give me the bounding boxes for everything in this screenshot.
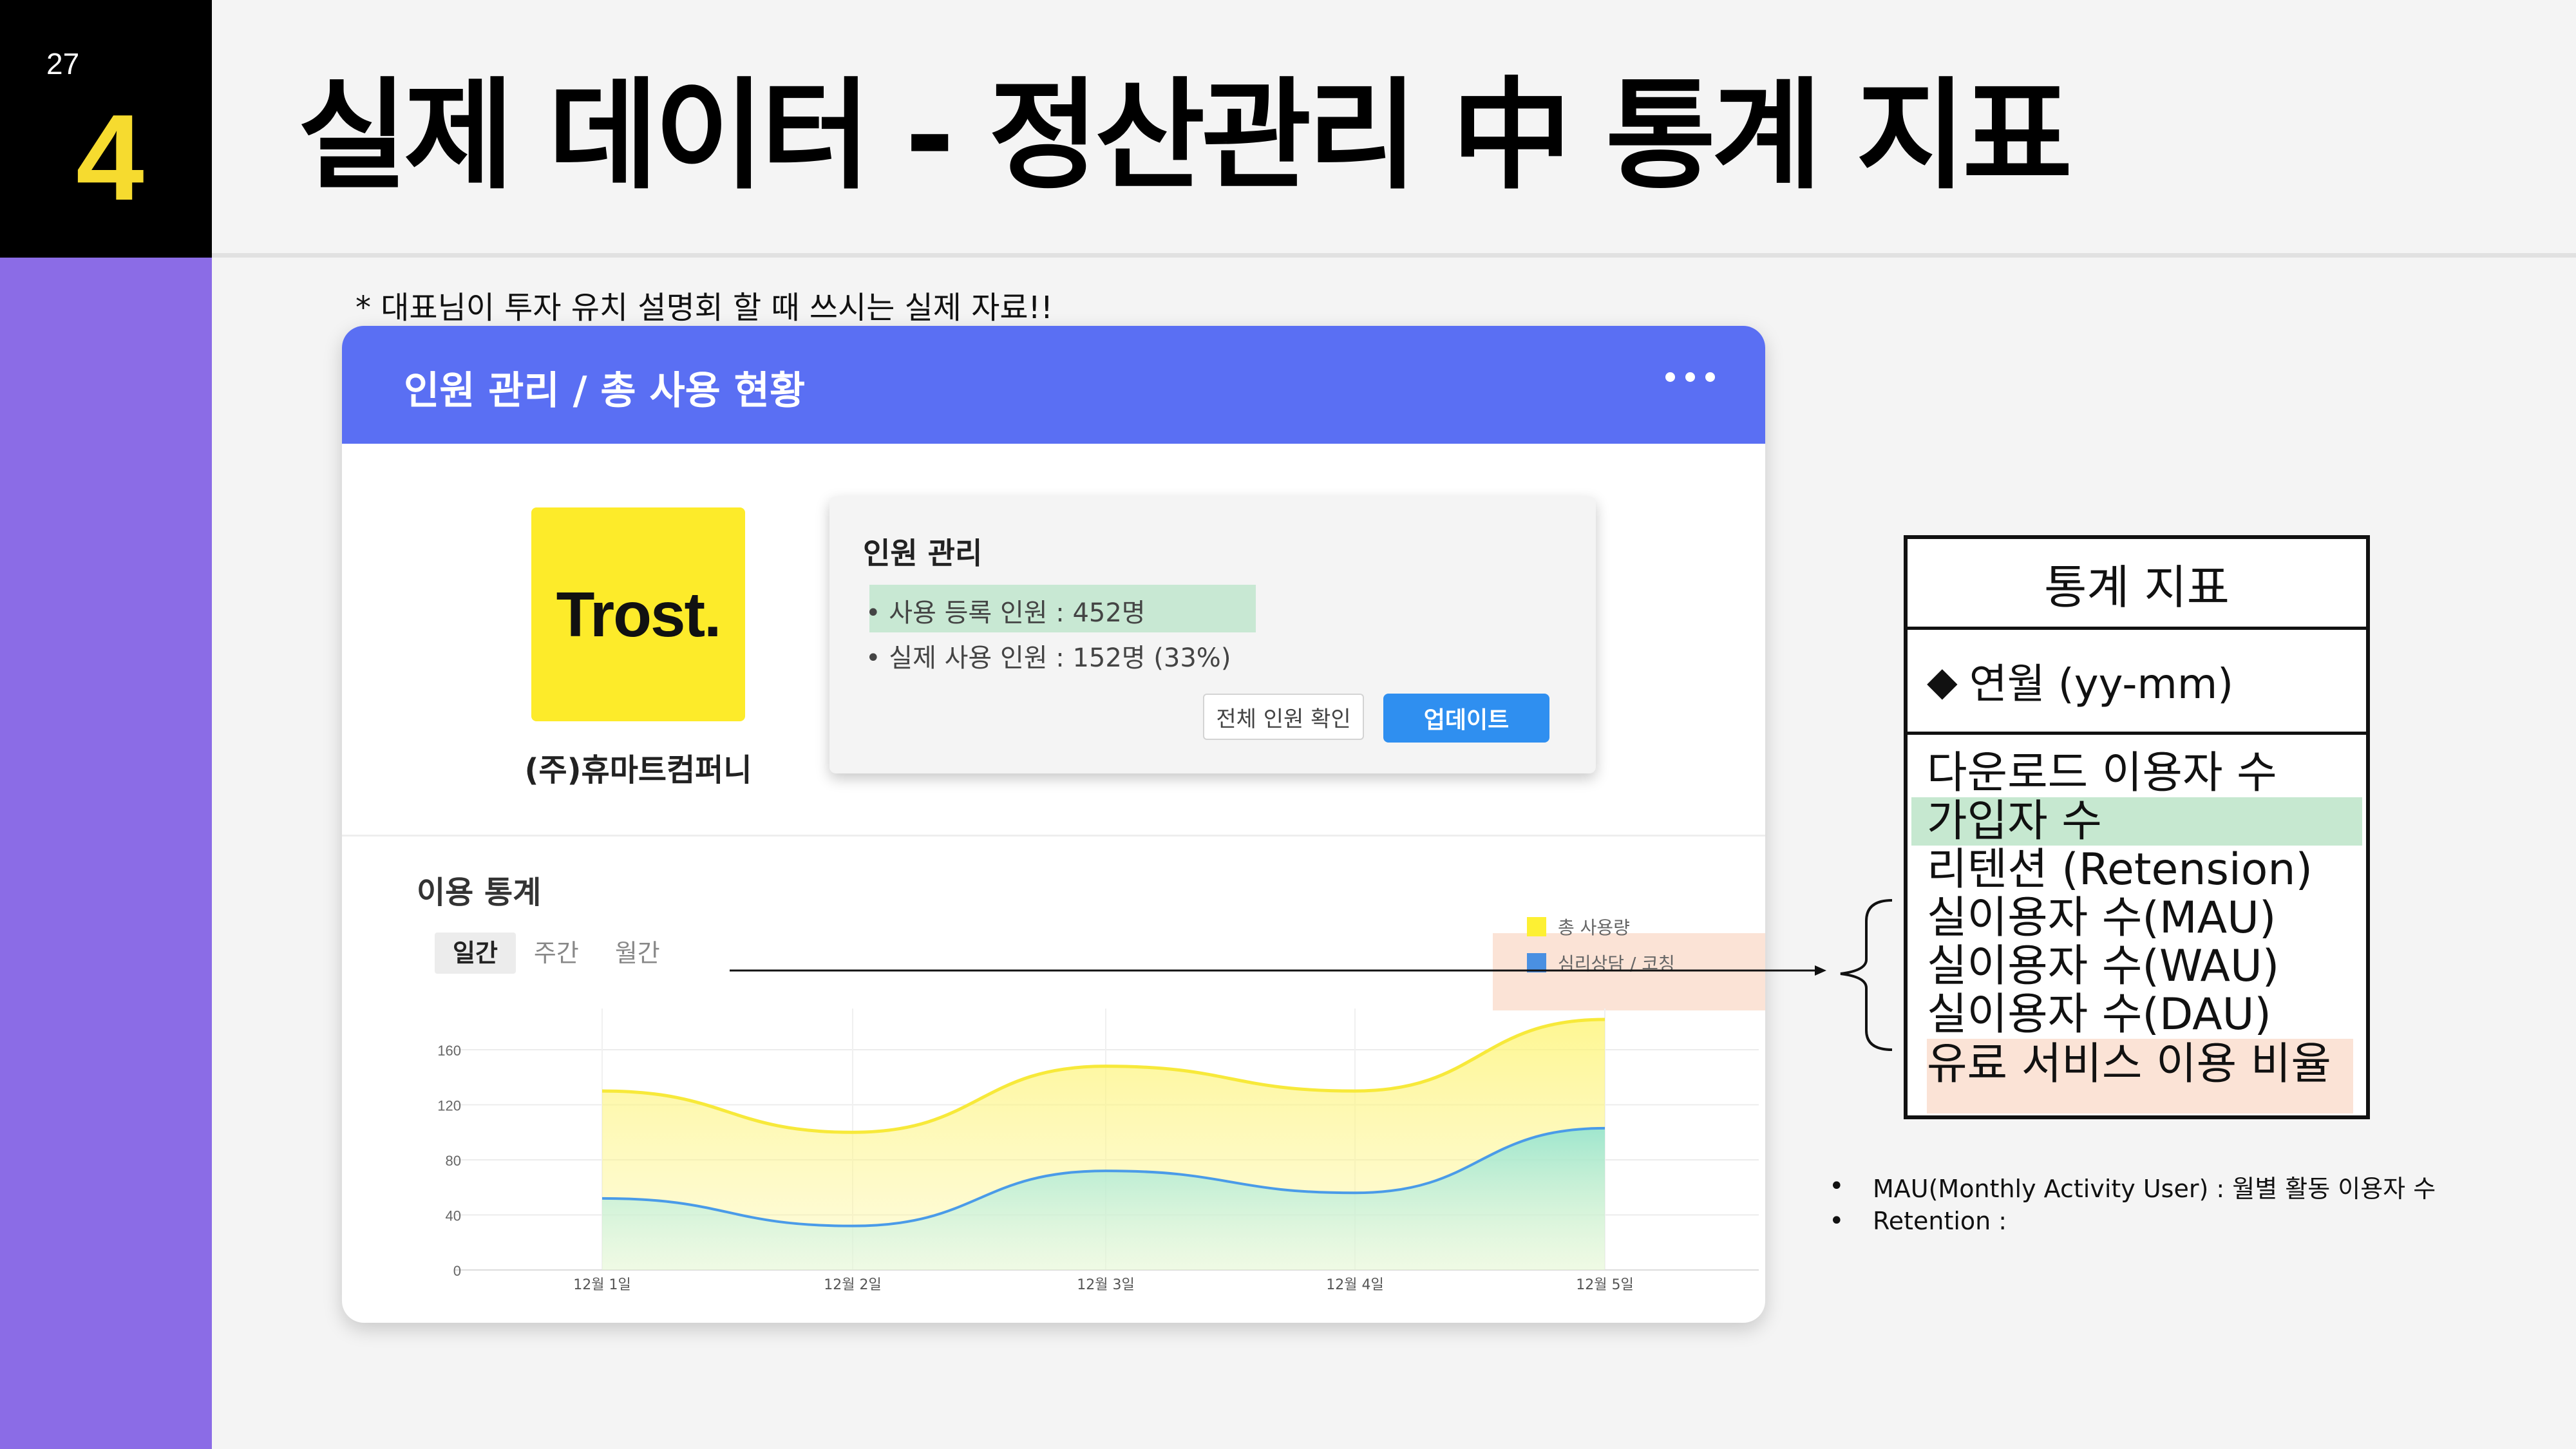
- stats-box-title: 통계 지표: [1908, 539, 2366, 630]
- stats-list: 다운로드 이용자 수 가입자 수 리텐션 (Retension) 실이용자 수(…: [1908, 735, 2366, 1113]
- list-item: 실이용자 수(DAU): [1927, 989, 2271, 1040]
- definition-item: • MAU(Monthly Activity User) : 월별 활동 이용자…: [1829, 1169, 2436, 1204]
- definitions-list: • MAU(Monthly Activity User) : 월별 활동 이용자…: [1829, 1169, 2436, 1238]
- period-row: ◆ 연월 (yy-mm): [1908, 630, 2366, 735]
- bullet-icon: •: [1829, 1206, 1844, 1236]
- bullet-icon: •: [1829, 1171, 1844, 1201]
- definition-retention: Retention :: [1873, 1207, 2007, 1235]
- definition-item: • Retention :: [1829, 1204, 2436, 1238]
- diamond-bullet-icon: ◆: [1927, 657, 1958, 705]
- list-item: 리텐션 (Retension): [1927, 844, 2313, 895]
- stats-indicator-box: 통계 지표 ◆ 연월 (yy-mm) 다운로드 이용자 수 가입자 수 리텐션 …: [1904, 535, 2370, 1119]
- definition-mau: MAU(Monthly Activity User) : 월별 활동 이용자 수: [1873, 1174, 2436, 1203]
- list-item: 실이용자 수(MAU): [1927, 893, 2277, 943]
- list-item: 가입자 수: [1911, 797, 2362, 846]
- list-item: 실이용자 수(WAU): [1927, 941, 2280, 992]
- period-label: 연월 (yy-mm): [1969, 661, 2234, 708]
- list-item: 유료 서비스 이용 비율: [1927, 1039, 2353, 1113]
- list-item: 다운로드 이용자 수: [1927, 748, 2277, 799]
